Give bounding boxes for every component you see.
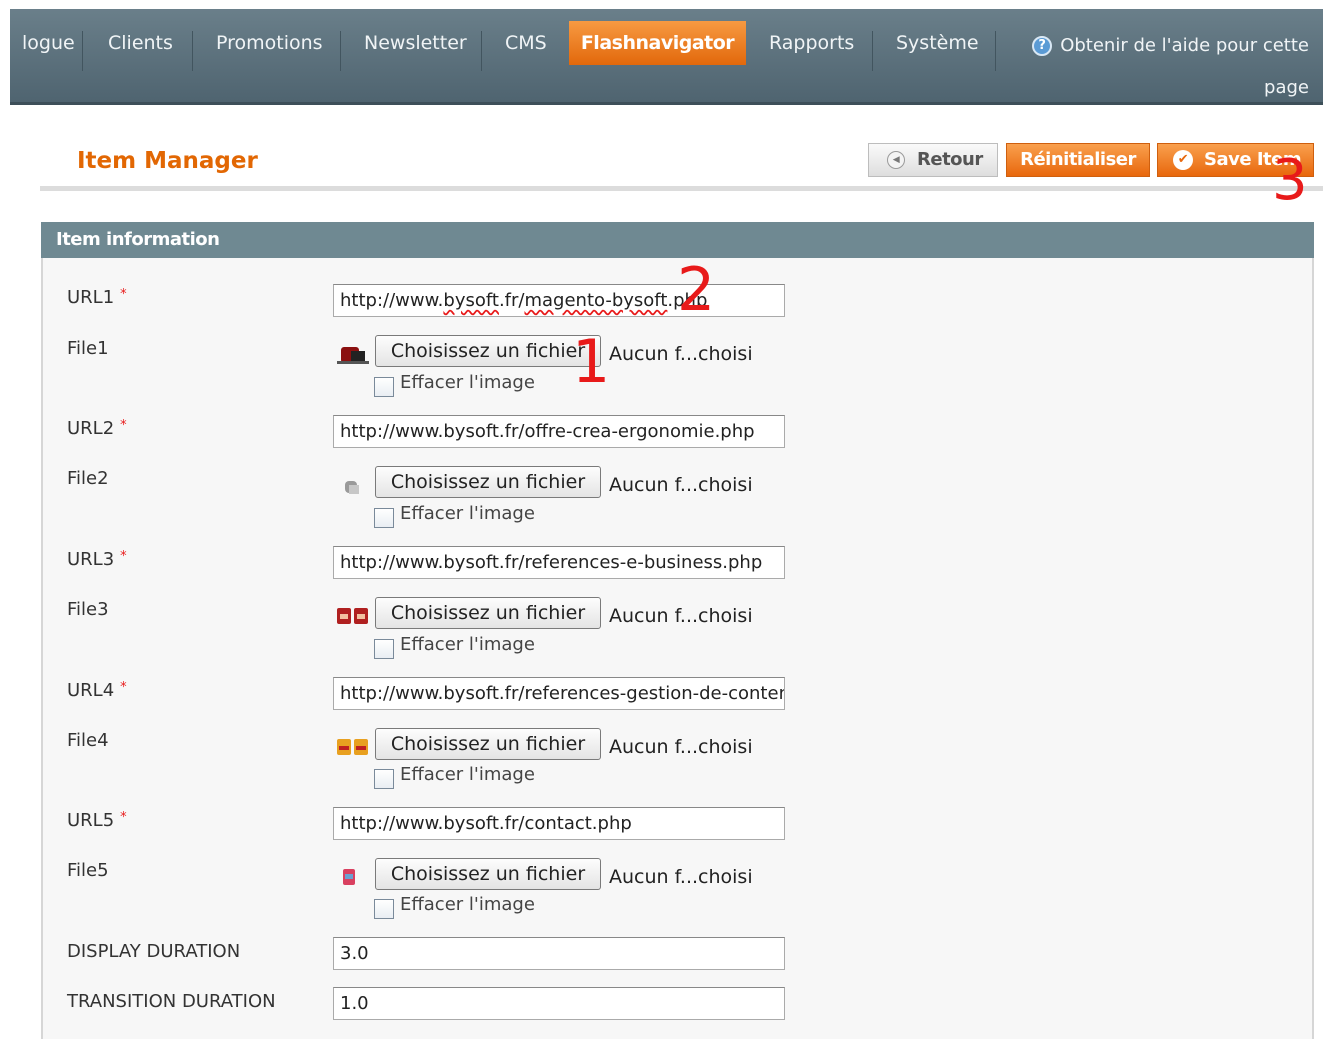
- back-arrow-icon: ◀: [887, 151, 905, 169]
- reset-button-label: Réinitialiser: [1020, 149, 1136, 170]
- nav-separator: [340, 31, 341, 71]
- file4-label: File4: [67, 730, 109, 751]
- file1-label: File1: [67, 338, 109, 359]
- file3-status: Aucun f...choisi: [609, 605, 753, 627]
- nav-item-promotions[interactable]: Promotions: [194, 21, 345, 77]
- page-title: Item Manager: [77, 148, 258, 174]
- file1-thumbnail-icon: [337, 347, 369, 364]
- back-button-label: Retour: [917, 149, 983, 170]
- file2-label: File2: [67, 468, 109, 489]
- file4-delete-checkbox[interactable]: [374, 769, 394, 789]
- help-icon: ?: [1032, 36, 1053, 56]
- nav-separator: [481, 31, 482, 71]
- file4-choose-button[interactable]: Choisissez un fichier: [375, 728, 601, 760]
- nav-separator: [82, 31, 83, 71]
- file3-delete-label: Effacer l'image: [400, 634, 535, 655]
- file4-thumbnail-icon: [337, 739, 368, 755]
- annotation-2: 2: [677, 255, 716, 325]
- url5-label: URL5 *: [67, 810, 127, 831]
- file4-status: Aucun f...choisi: [609, 736, 753, 758]
- annotation-3: 3: [1272, 148, 1308, 213]
- nav-separator: [192, 31, 193, 71]
- url3-input[interactable]: http://www.bysoft.fr/references-e-busine…: [333, 546, 785, 579]
- check-icon: ✔: [1173, 150, 1193, 170]
- url1-label: URL1 *: [67, 287, 127, 308]
- section-title: Item information: [41, 222, 1314, 258]
- file4-delete-label: Effacer l'image: [400, 764, 535, 785]
- nav-item-newsletter[interactable]: Newsletter: [342, 21, 489, 77]
- help-text: Obtenir de l'aide pour cette page: [1060, 35, 1309, 98]
- url5-input[interactable]: http://www.bysoft.fr/contact.php: [333, 807, 785, 840]
- file3-thumbnail-icon: [337, 608, 368, 624]
- file5-delete-label: Effacer l'image: [400, 894, 535, 915]
- title-divider: [40, 186, 1323, 191]
- file1-delete-checkbox[interactable]: [374, 377, 394, 397]
- file2-delete-checkbox[interactable]: [374, 508, 394, 528]
- file5-thumbnail-icon: [343, 869, 355, 885]
- file5-status: Aucun f...choisi: [609, 866, 753, 888]
- file5-choose-button[interactable]: Choisissez un fichier: [375, 858, 601, 890]
- file1-status: Aucun f...choisi: [609, 343, 753, 365]
- top-strip: [10, 0, 1323, 9]
- file2-choose-button[interactable]: Choisissez un fichier: [375, 466, 601, 498]
- main-nav: logue Clients Promotions Newsletter CMS …: [10, 9, 1323, 105]
- reset-button[interactable]: Réinitialiser: [1006, 143, 1150, 177]
- url2-label: URL2 *: [67, 418, 127, 439]
- file1-delete-label: Effacer l'image: [400, 372, 535, 393]
- back-button[interactable]: ◀ Retour: [868, 143, 998, 177]
- nav-item-clients[interactable]: Clients: [86, 21, 195, 77]
- nav-item-cms[interactable]: CMS: [483, 21, 569, 77]
- nav-item-rapports[interactable]: Rapports: [747, 21, 876, 77]
- url3-label: URL3 *: [67, 549, 127, 570]
- transition-duration-input[interactable]: 1.0: [333, 987, 785, 1020]
- display-duration-input[interactable]: 3.0: [333, 937, 785, 970]
- required-marker: *: [120, 418, 127, 433]
- nav-separator: [995, 31, 996, 71]
- help-link[interactable]: ? Obtenir de l'aide pour cette page: [1029, 25, 1309, 109]
- required-marker: *: [120, 680, 127, 695]
- file3-delete-checkbox[interactable]: [374, 639, 394, 659]
- nav-item-flashnavigator[interactable]: Flashnavigator: [569, 21, 746, 65]
- file3-choose-button[interactable]: Choisissez un fichier: [375, 597, 601, 629]
- file2-status: Aucun f...choisi: [609, 474, 753, 496]
- nav-separator: [872, 31, 873, 71]
- transition-duration-label: TRANSITION DURATION: [67, 991, 276, 1012]
- file3-label: File3: [67, 599, 109, 620]
- file5-label: File5: [67, 860, 109, 881]
- required-marker: *: [120, 287, 127, 302]
- url2-input[interactable]: http://www.bysoft.fr/offre-crea-ergonomi…: [333, 415, 785, 448]
- file5-delete-checkbox[interactable]: [374, 899, 394, 919]
- annotation-1: 1: [572, 327, 611, 397]
- nav-item-systeme[interactable]: Système: [874, 21, 1001, 77]
- url4-label: URL4 *: [67, 680, 127, 701]
- file1-choose-button[interactable]: Choisissez un fichier: [375, 335, 601, 367]
- url1-input[interactable]: http://www.bysoft.fr/magento-bysoft.php: [333, 284, 785, 317]
- required-marker: *: [120, 549, 127, 564]
- required-marker: *: [120, 810, 127, 825]
- display-duration-label: DISPLAY DURATION: [67, 941, 241, 962]
- url4-input[interactable]: http://www.bysoft.fr/references-gestion-…: [333, 677, 785, 710]
- file2-thumbnail-icon: [345, 481, 359, 494]
- file2-delete-label: Effacer l'image: [400, 503, 535, 524]
